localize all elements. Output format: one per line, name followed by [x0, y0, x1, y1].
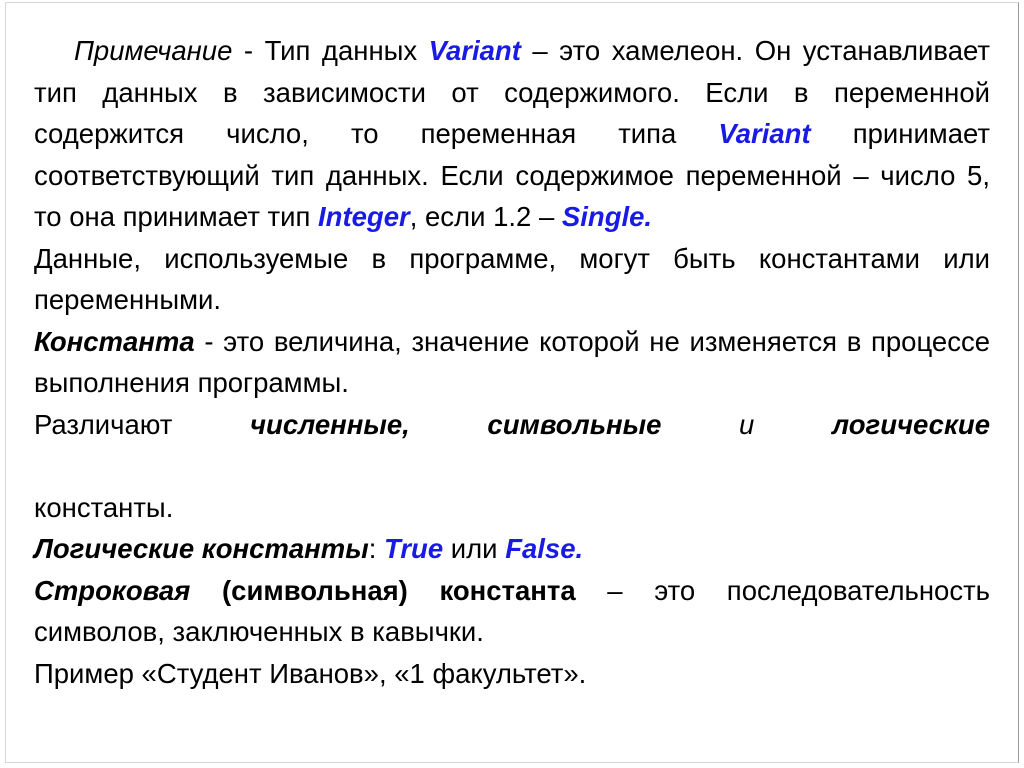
paragraph-constant-kinds: Различают численные, символьные и логиче… [34, 404, 990, 529]
note-label: Примечание [74, 35, 233, 66]
term-string-italic: Строковая [34, 574, 191, 606]
paragraph-example: Пример «Студент Иванов», «1 факультет». [34, 653, 990, 695]
keyword-false: False. [505, 533, 584, 564]
term-string-bold: (символьная) константа [190, 574, 576, 606]
paragraph-constant-definition: Константа - это величина, значение котор… [34, 321, 990, 404]
kinds-conjunction: и [661, 408, 832, 440]
constant-kinds-stretched-line: Различают численные, символьные и логиче… [34, 404, 990, 487]
keyword-variant-second: Variant [718, 118, 811, 149]
term-konstanta: Константа [34, 325, 195, 357]
kind-logical: логические [831, 408, 990, 440]
slide-canvas: Примечание - Тип данных Variant – это ха… [0, 0, 1024, 768]
kind-numeric-symbolic: численные, символьные [250, 408, 662, 440]
slide-body-text: Примечание - Тип данных Variant – это ха… [34, 30, 990, 694]
logical-colon: : [368, 533, 385, 564]
paragraph-variant-note: Примечание - Тип данных Variant – это ха… [34, 30, 990, 238]
paragraph-string-constant: Строковая (символьная) константа – это п… [34, 570, 990, 653]
kinds-tail: константы. [34, 491, 174, 523]
kinds-lead: Различают [34, 408, 250, 440]
keyword-variant-first: Variant [428, 35, 521, 66]
paragraph-data-text: Данные, используемые в программе, могут … [34, 242, 990, 316]
paragraph-data-constants-variables: Данные, используемые в программе, могут … [34, 238, 990, 321]
note-segment-d: , если 1.2 – [409, 201, 562, 232]
logical-conjunction: или [443, 533, 506, 564]
note-dash: - [232, 35, 265, 66]
note-segment-a: Тип данных [264, 35, 429, 66]
keyword-integer: Integer [318, 201, 410, 232]
example-text: Пример «Студент Иванов», «1 факультет». [34, 657, 587, 689]
keyword-true: True [384, 533, 444, 564]
term-logical-constants: Логические константы [34, 533, 369, 564]
paragraph-logical-constants: Логические константы: True или False. [34, 528, 990, 570]
keyword-single: Single. [561, 201, 653, 232]
